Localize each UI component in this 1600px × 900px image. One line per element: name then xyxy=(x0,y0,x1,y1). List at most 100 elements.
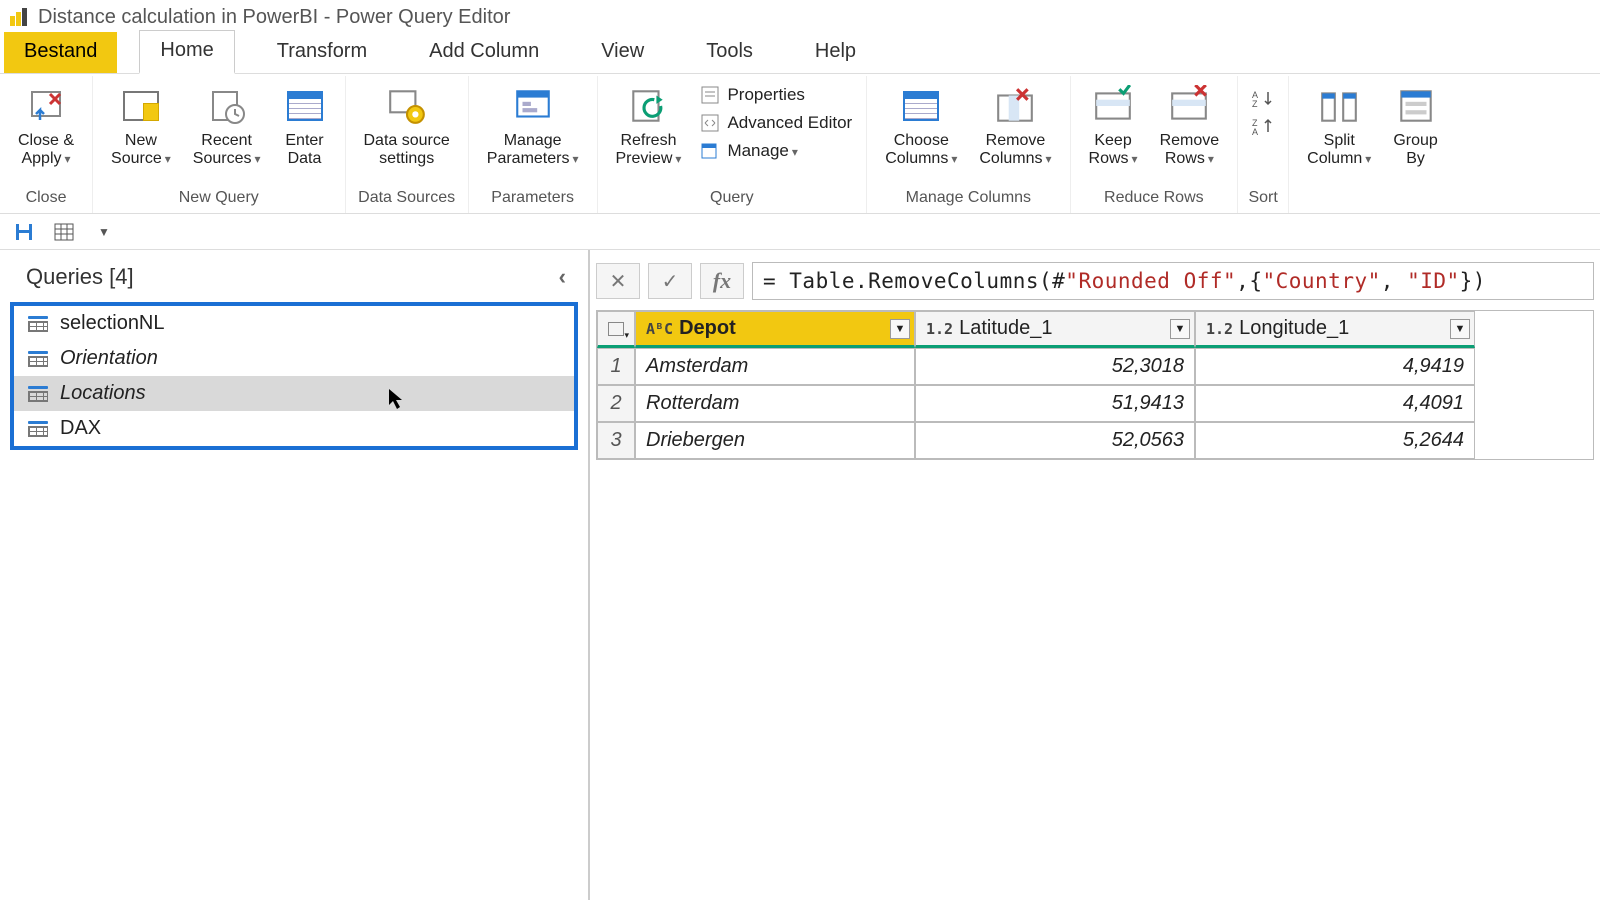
column-filter-depot[interactable]: ▼ xyxy=(890,319,910,339)
new-source-icon xyxy=(119,84,163,128)
group-label-reduce-rows: Reduce Rows xyxy=(1104,187,1204,211)
ribbon-group-new-query: New Source Recent Sources Enter Data New… xyxy=(93,76,345,213)
cell-depot[interactable]: Amsterdam xyxy=(635,348,915,385)
choose-columns-icon xyxy=(899,84,943,128)
formula-cancel-button[interactable]: ✕ xyxy=(596,263,640,299)
formula-accept-button[interactable]: ✓ xyxy=(648,263,692,299)
row-number: 3 xyxy=(597,422,635,459)
cell-depot[interactable]: Driebergen xyxy=(635,422,915,459)
column-header-longitude[interactable]: 1.2 Longitude_1 ▼ xyxy=(1195,311,1475,348)
row-number: 2 xyxy=(597,385,635,422)
group-label-sort: Sort xyxy=(1248,187,1277,211)
advanced-editor-button[interactable]: Advanced Editor xyxy=(695,110,856,136)
cell-latitude[interactable]: 51,9413 xyxy=(915,385,1195,422)
new-source-button[interactable]: New Source xyxy=(103,80,179,173)
cell-latitude[interactable]: 52,0563 xyxy=(915,422,1195,459)
queries-pane: Queries [4] ‹ selectionNL Orientation Lo… xyxy=(0,250,590,900)
remove-rows-icon xyxy=(1167,84,1211,128)
cell-depot[interactable]: Rotterdam xyxy=(635,385,915,422)
menu-tab-home[interactable]: Home xyxy=(139,30,234,74)
refresh-icon xyxy=(626,84,670,128)
split-column-button[interactable]: Split Column xyxy=(1299,80,1379,173)
split-column-icon xyxy=(1317,84,1361,128)
enter-data-icon xyxy=(283,84,327,128)
manage-parameters-button[interactable]: Manage Parameters xyxy=(479,80,587,173)
sort-asc-icon: AZ xyxy=(1252,88,1274,110)
fx-icon: fx xyxy=(713,268,731,294)
cell-latitude[interactable]: 52,3018 xyxy=(915,348,1195,385)
menu-tab-add-column[interactable]: Add Column xyxy=(409,32,559,73)
query-item-orientation[interactable]: Orientation xyxy=(14,341,574,376)
group-by-icon xyxy=(1394,84,1438,128)
menu-tab-help[interactable]: Help xyxy=(795,32,876,73)
refresh-preview-button[interactable]: Refresh Preview xyxy=(608,80,690,173)
cell-longitude[interactable]: 5,2644 xyxy=(1195,422,1475,459)
datatype-decimal-icon: 1.2 xyxy=(926,320,953,338)
group-label-close: Close xyxy=(26,187,67,211)
group-label-new-query: New Query xyxy=(179,187,259,211)
cell-longitude[interactable]: 4,4091 xyxy=(1195,385,1475,422)
grid-corner-button[interactable] xyxy=(597,311,635,348)
remove-columns-button[interactable]: Remove Columns xyxy=(971,80,1059,173)
chevron-down-icon: ▼ xyxy=(895,323,906,335)
window-title: Distance calculation in PowerBI - Power … xyxy=(38,6,510,29)
ribbon-group-manage-columns: Choose Columns Remove Columns Manage Col… xyxy=(867,76,1070,213)
column-header-latitude[interactable]: 1.2 Latitude_1 ▼ xyxy=(915,311,1195,348)
menu-file[interactable]: Bestand xyxy=(4,32,117,73)
data-source-settings-button[interactable]: Data source settings xyxy=(356,80,458,173)
menu-tab-view[interactable]: View xyxy=(581,32,664,73)
recent-sources-button[interactable]: Recent Sources xyxy=(185,80,269,173)
table-icon xyxy=(28,421,48,437)
formula-input[interactable]: = Table.RemoveColumns(#"Rounded Off",{"C… xyxy=(752,262,1594,300)
remove-rows-button[interactable]: Remove Rows xyxy=(1152,80,1228,173)
manage-query-button[interactable]: Manage xyxy=(695,138,856,164)
check-icon: ✓ xyxy=(662,269,679,294)
menu-tab-tools[interactable]: Tools xyxy=(686,32,773,73)
close-apply-icon xyxy=(24,84,68,128)
choose-columns-button[interactable]: Choose Columns xyxy=(877,80,965,173)
save-button[interactable] xyxy=(10,220,38,244)
main-panel: ✕ ✓ fx = Table.RemoveColumns(#"Rounded O… xyxy=(590,250,1600,900)
cell-longitude[interactable]: 4,9419 xyxy=(1195,348,1475,385)
query-item-dax[interactable]: DAX xyxy=(14,411,574,446)
column-header-depot[interactable]: AᴮC Depot ▼ xyxy=(635,311,915,348)
ribbon-group-reduce-rows: Keep Rows Remove Rows Reduce Rows xyxy=(1071,76,1239,213)
qat-dropdown[interactable]: ▼ xyxy=(90,220,118,244)
properties-button[interactable]: Properties xyxy=(695,82,856,108)
row-number: 1 xyxy=(597,348,635,385)
column-filter-longitude[interactable]: ▼ xyxy=(1450,319,1470,339)
keep-rows-button[interactable]: Keep Rows xyxy=(1081,80,1146,173)
chevron-down-icon: ▼ xyxy=(98,225,110,239)
app-icon xyxy=(10,8,28,26)
properties-icon xyxy=(699,84,721,106)
table-row[interactable]: 1 Amsterdam 52,3018 4,9419 xyxy=(597,348,1593,385)
sort-asc-button[interactable]: AZ xyxy=(1248,86,1278,112)
svg-text:A: A xyxy=(1252,127,1258,136)
menu-tab-transform[interactable]: Transform xyxy=(257,32,387,73)
ribbon-group-close: Close & Apply Close xyxy=(0,76,93,213)
formula-bar: ✕ ✓ fx = Table.RemoveColumns(#"Rounded O… xyxy=(596,258,1594,310)
keep-rows-icon xyxy=(1091,84,1135,128)
column-filter-latitude[interactable]: ▼ xyxy=(1170,319,1190,339)
collapse-pane-button[interactable]: ‹ xyxy=(551,264,574,290)
formula-fx-button[interactable]: fx xyxy=(700,263,744,299)
group-by-button[interactable]: Group By xyxy=(1385,80,1445,173)
quick-access-toolbar: ▼ xyxy=(0,214,1600,250)
table-icon xyxy=(28,316,48,332)
group-label-manage-columns: Manage Columns xyxy=(906,187,1031,211)
sort-desc-button[interactable]: ZA xyxy=(1248,114,1278,140)
table-row[interactable]: 2 Rotterdam 51,9413 4,4091 xyxy=(597,385,1593,422)
group-label-split xyxy=(1370,187,1374,211)
sort-desc-icon: ZA xyxy=(1252,116,1274,138)
table-row[interactable]: 3 Driebergen 52,0563 5,2644 xyxy=(597,422,1593,459)
enter-data-button[interactable]: Enter Data xyxy=(275,80,335,173)
x-icon: ✕ xyxy=(610,269,627,294)
query-item-locations[interactable]: Locations xyxy=(14,376,574,411)
table-icon xyxy=(28,386,48,402)
query-item-selectionnl[interactable]: selectionNL xyxy=(14,306,574,341)
datatype-text-icon: AᴮC xyxy=(646,320,673,338)
chevron-down-icon: ▼ xyxy=(1455,323,1466,335)
close-apply-button[interactable]: Close & Apply xyxy=(10,80,82,173)
qat-table-button[interactable] xyxy=(50,220,78,244)
table-icon xyxy=(28,351,48,367)
